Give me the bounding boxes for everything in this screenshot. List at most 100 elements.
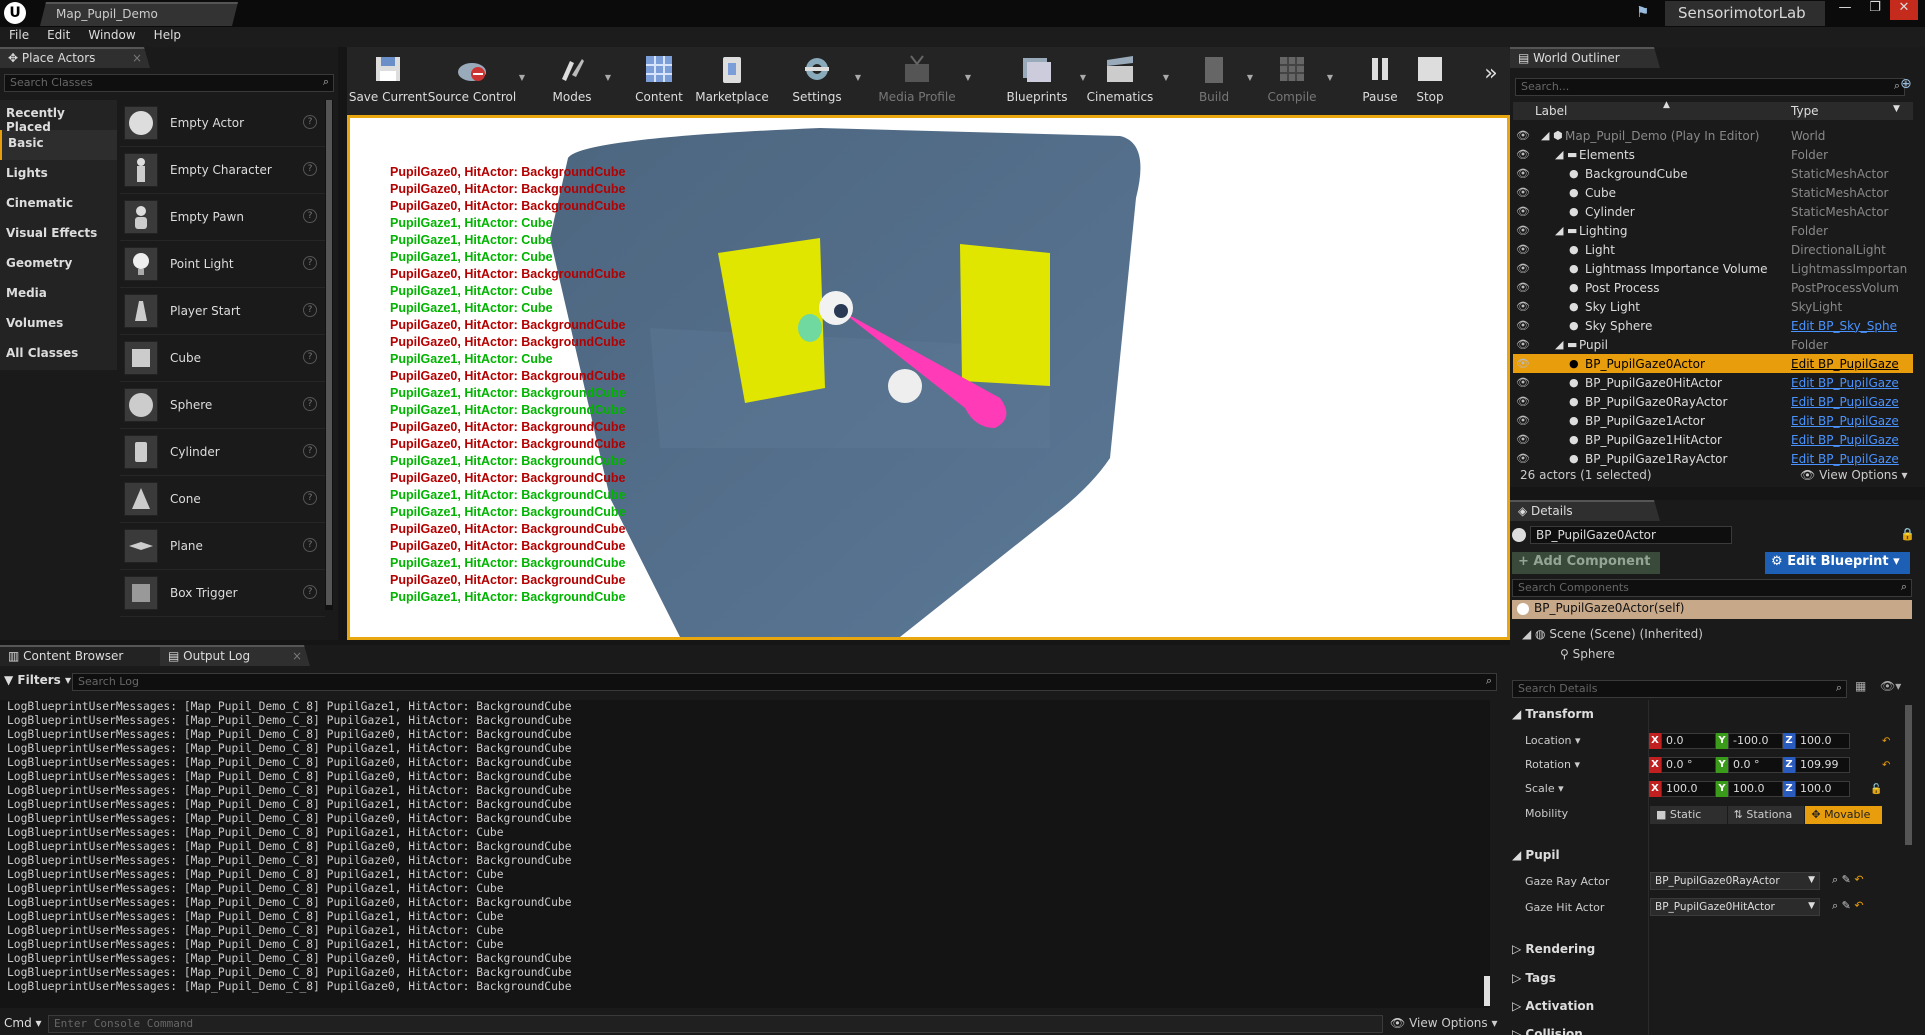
outliner-row[interactable]: 👁 ◢ ⬢ Map_Pupil_Demo (Play In Editor) World: [1513, 126, 1913, 145]
outliner-row[interactable]: 👁 ● Light DirectionalLight: [1513, 240, 1913, 259]
outliner-row[interactable]: 👁 ● BP_PupilGaze1HitActor Edit BP_PupilGaze: [1513, 430, 1913, 449]
visibility-eye-icon[interactable]: 👁: [1513, 319, 1533, 332]
help-icon[interactable]: ?: [303, 115, 317, 129]
menu-help[interactable]: Help: [145, 27, 190, 47]
category-all-classes[interactable]: All Classes: [0, 340, 117, 370]
edit-blueprint-button[interactable]: ⚙ Edit Blueprint ▾: [1765, 552, 1910, 574]
expand-toolbar-icon[interactable]: »: [1479, 47, 1503, 115]
tab-details[interactable]: ◈ Details: [1510, 500, 1660, 521]
category-basic[interactable]: Basic: [0, 130, 117, 160]
visibility-eye-icon[interactable]: 👁: [1513, 129, 1533, 142]
rotation-label[interactable]: Rotation ▾: [1525, 758, 1580, 771]
actor-item-empty-actor[interactable]: Empty Actor?: [120, 100, 325, 147]
help-icon[interactable]: ?: [303, 444, 317, 458]
media-profile-button[interactable]: Media Profile ▼: [877, 47, 971, 115]
outliner-row[interactable]: 👁 ● Cylinder StaticMeshActor: [1513, 202, 1913, 221]
settings-button[interactable]: Settings ▼: [787, 47, 861, 115]
visibility-eye-icon[interactable]: 👁: [1513, 357, 1533, 370]
scale-x-field[interactable]: 100.0: [1661, 781, 1716, 797]
console-input[interactable]: Enter Console Command: [48, 1015, 1383, 1033]
help-icon[interactable]: ?: [303, 585, 317, 599]
browse-hit-icon[interactable]: ⌕ ✎ ↶: [1832, 899, 1864, 913]
notification-icon[interactable]: ⚑: [1636, 3, 1656, 23]
modes-button[interactable]: Modes ▼: [547, 47, 611, 115]
outliner-row[interactable]: 👁 ● BP_PupilGaze1RayActor Edit BP_PupilGaze: [1513, 449, 1913, 468]
section-collision[interactable]: ▷ Collision: [1512, 1027, 1583, 1035]
mobility-movable[interactable]: ✥ Movable: [1805, 806, 1883, 824]
outliner-row[interactable]: 👁 ● BP_PupilGaze0RayActor Edit BP_PupilGaze: [1513, 392, 1913, 411]
visibility-eye-icon[interactable]: 👁: [1513, 205, 1533, 218]
tab-world-outliner[interactable]: ▤ World Outliner: [1510, 47, 1660, 68]
location-label[interactable]: Location ▾: [1525, 734, 1581, 747]
visibility-eye-icon[interactable]: 👁: [1513, 395, 1533, 408]
menu-file[interactable]: File: [0, 27, 38, 47]
rotation-x-field[interactable]: 0.0 °: [1661, 757, 1716, 773]
outliner-type[interactable]: Edit BP_PupilGaze: [1791, 376, 1911, 390]
outliner-type[interactable]: Edit BP_PupilGaze: [1791, 414, 1911, 428]
close-icon[interactable]: ✕: [1890, 0, 1918, 20]
blueprints-button[interactable]: Blueprints ▼: [1002, 47, 1086, 115]
level-viewport[interactable]: PupilGaze0, HitActor: BackgroundCube Pupi…: [347, 115, 1510, 640]
lock-icon[interactable]: 🔒: [1900, 527, 1915, 541]
menu-edit[interactable]: Edit: [38, 27, 79, 47]
menu-window[interactable]: Window: [79, 27, 144, 47]
rotation-y-field[interactable]: 0.0 °: [1728, 757, 1783, 773]
reset-location-icon[interactable]: ↶: [1882, 736, 1890, 747]
help-icon[interactable]: ?: [303, 491, 317, 505]
outliner-type[interactable]: Edit BP_PupilGaze: [1791, 452, 1911, 466]
cinematics-button[interactable]: Cinematics ▼: [1085, 47, 1169, 115]
outliner-row[interactable]: 👁 ◢ ▬ Elements Folder: [1513, 145, 1913, 164]
outliner-row[interactable]: 👁 ◢ ▬ Pupil Folder: [1513, 335, 1913, 354]
visibility-eye-icon[interactable]: 👁: [1513, 167, 1533, 180]
gaze-ray-actor-dropdown[interactable]: BP_PupilGaze0RayActor ▼: [1650, 872, 1820, 890]
source-control-button[interactable]: Source Control ▼: [428, 47, 525, 115]
dropdown-arrow-icon[interactable]: ▼: [1893, 104, 1900, 114]
close-tab-icon[interactable]: ×: [292, 649, 302, 663]
log-view-options[interactable]: 👁 View Options ▾: [1390, 1016, 1498, 1030]
outliner-row[interactable]: 👁 ● Cube StaticMeshActor: [1513, 183, 1913, 202]
dropdown-arrow-icon[interactable]: ▼: [1163, 73, 1169, 82]
actor-item-plane[interactable]: Plane?: [120, 523, 325, 570]
scale-label[interactable]: Scale ▾: [1525, 782, 1564, 795]
location-z-field[interactable]: 100.0: [1795, 733, 1850, 749]
search-details-input[interactable]: Search Details ⌕: [1512, 680, 1847, 698]
location-x-field[interactable]: 0.0: [1661, 733, 1716, 749]
filters-button[interactable]: ▼ Filters ▾: [4, 673, 71, 687]
pause-button[interactable]: Pause: [1360, 47, 1400, 115]
marketplace-button[interactable]: Marketplace: [692, 47, 772, 115]
dropdown-arrow-icon[interactable]: ▼: [855, 73, 861, 82]
actor-list-scrollbar[interactable]: [325, 100, 333, 610]
outliner-row[interactable]: 👁 ● Sky Sphere Edit BP_Sky_Sphe: [1513, 316, 1913, 335]
lock-scale-icon[interactable]: 🔓: [1870, 784, 1882, 795]
browse-ray-icon[interactable]: ⌕ ✎ ↶: [1832, 873, 1864, 887]
category-lights[interactable]: Lights: [0, 160, 117, 190]
visibility-eye-icon[interactable]: 👁: [1513, 452, 1533, 465]
outliner-view-options[interactable]: 👁 View Options ▾: [1800, 468, 1908, 482]
outliner-row[interactable]: 👁 ● BP_PupilGaze0HitActor Edit BP_PupilGaze: [1513, 373, 1913, 392]
dropdown-arrow-icon[interactable]: ▼: [1327, 73, 1333, 82]
document-tab[interactable]: Map_Pupil_Demo: [40, 2, 238, 26]
grid-view-icon[interactable]: ▦: [1855, 679, 1866, 693]
tab-place-actors[interactable]: ✥ Place Actors ×: [0, 47, 150, 68]
help-icon[interactable]: ?: [303, 162, 317, 176]
maximize-icon[interactable]: ❐: [1860, 0, 1890, 20]
minimize-icon[interactable]: —: [1830, 0, 1860, 20]
dropdown-arrow-icon[interactable]: ▼: [1247, 73, 1253, 82]
save-current-button[interactable]: Save Current: [349, 47, 427, 115]
outliner-type[interactable]: Edit BP_PupilGaze: [1791, 433, 1911, 447]
actor-item-player-start[interactable]: Player Start?: [120, 288, 325, 335]
stop-button[interactable]: Stop: [1410, 47, 1450, 115]
visibility-eye-icon[interactable]: 👁: [1513, 281, 1533, 294]
mobility-stationary[interactable]: ⇅ Stationa: [1727, 806, 1805, 824]
actor-item-cylinder[interactable]: Cylinder?: [120, 429, 325, 476]
outliner-row[interactable]: 👁 ● Sky Light SkyLight: [1513, 297, 1913, 316]
visibility-eye-icon[interactable]: 👁: [1513, 300, 1533, 313]
component-sphere-row[interactable]: ⚲ Sphere: [1560, 647, 1615, 661]
search-components-input[interactable]: Search Components ⌕: [1512, 579, 1912, 597]
help-icon[interactable]: ?: [303, 256, 317, 270]
category-visual-effects[interactable]: Visual Effects: [0, 220, 117, 250]
location-y-field[interactable]: -100.0: [1728, 733, 1783, 749]
outliner-type[interactable]: Edit BP_PupilGaze: [1791, 357, 1911, 371]
actor-item-empty-pawn[interactable]: Empty Pawn?: [120, 194, 325, 241]
rotation-z-field[interactable]: 109.99: [1795, 757, 1850, 773]
